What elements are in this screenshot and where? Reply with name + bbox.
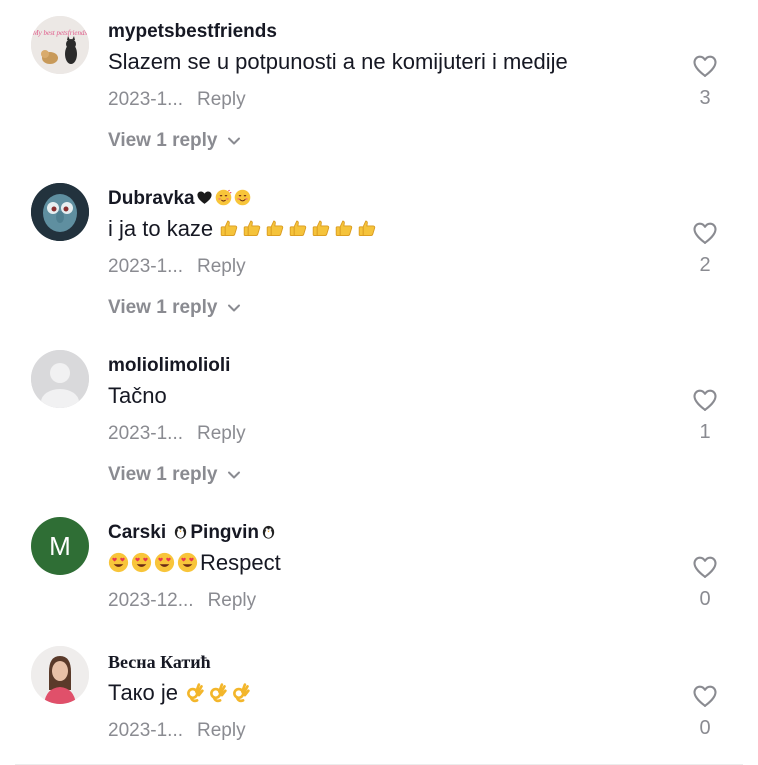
comment-text: i ja to kaze <box>108 216 380 242</box>
like-count: 0 <box>699 588 711 610</box>
penguin-emoji <box>260 523 277 540</box>
like-count: 3 <box>699 87 711 109</box>
comment-text-content: i ja to kaze <box>108 216 214 241</box>
like-count: 0 <box>699 717 711 739</box>
thumbs-up-emoji <box>288 218 309 239</box>
heart-eyes-emoji <box>154 552 175 573</box>
user-photo-icon <box>31 646 89 704</box>
comment-date: 2023-1... <box>108 256 183 277</box>
reply-button[interactable]: Reply <box>197 423 246 444</box>
svg-text:My best petsfriends: My best petsfriends <box>32 29 88 37</box>
heart-outline-icon <box>691 682 719 710</box>
comment-text: Tačno <box>108 383 167 408</box>
view-replies-label: View 1 reply <box>108 130 218 151</box>
comment-text: Slazem se u potpunosti a ne komijuteri i… <box>108 49 568 74</box>
smiling-face-emoji <box>234 189 251 206</box>
reply-button[interactable]: Reply <box>197 256 246 277</box>
heart-outline-icon <box>691 52 719 80</box>
avatar-letter: M <box>49 530 71 561</box>
reply-button[interactable]: Reply <box>197 720 246 741</box>
like-count: 2 <box>699 254 711 276</box>
cartoon-avatar-icon <box>31 183 89 241</box>
reply-button[interactable]: Reply <box>197 89 246 110</box>
like-button[interactable]: 2 <box>686 219 724 277</box>
comment-text-content: Тако је <box>108 680 179 705</box>
view-replies-button[interactable]: View 1 reply <box>108 297 241 319</box>
ok-hand-emoji <box>184 682 205 703</box>
username-main: Pingvin <box>190 522 259 543</box>
comment-date: 2023-12... <box>108 590 194 611</box>
chevron-down-icon <box>227 136 241 146</box>
black-heart-emoji <box>196 189 213 206</box>
avatar[interactable]: M <box>31 517 89 575</box>
thumbs-up-emoji <box>311 218 332 239</box>
comment-text-content: Respect <box>200 550 281 575</box>
heart-outline-icon <box>691 553 719 581</box>
comment-meta: 2023-1... Reply <box>108 89 246 111</box>
comment-meta: 2023-1... Reply <box>108 256 246 278</box>
reply-button[interactable]: Reply <box>208 590 257 611</box>
comment-text: Тако је <box>108 680 253 706</box>
heart-eyes-emoji <box>108 552 129 573</box>
comment-date: 2023-1... <box>108 720 183 741</box>
heart-outline-icon <box>691 386 719 414</box>
view-replies-label: View 1 reply <box>108 464 218 485</box>
avatar[interactable] <box>31 183 89 241</box>
view-replies-button[interactable]: View 1 reply <box>108 130 241 152</box>
avatar[interactable] <box>31 646 89 704</box>
avatar[interactable] <box>31 350 89 408</box>
thumbs-up-emoji <box>357 218 378 239</box>
heart-eyes-emoji <box>131 552 152 573</box>
comment-username[interactable]: Carski Pingvin <box>108 522 278 544</box>
blushing-face-emoji <box>215 189 232 206</box>
default-user-icon <box>31 350 89 408</box>
heart-outline-icon <box>691 219 719 247</box>
comment-meta: 2023-1... Reply <box>108 423 246 445</box>
thumbs-up-emoji <box>265 218 286 239</box>
comment-text: Respect <box>108 550 281 576</box>
thumbs-up-emoji <box>219 218 240 239</box>
comment-meta: 2023-12... Reply <box>108 590 256 612</box>
ok-hand-emoji <box>230 682 251 703</box>
comment-date: 2023-1... <box>108 89 183 110</box>
thumbs-up-emoji <box>242 218 263 239</box>
view-replies-label: View 1 reply <box>108 297 218 318</box>
username-text: Dubravka <box>108 188 195 209</box>
like-button[interactable]: 0 <box>686 553 724 611</box>
penguin-emoji <box>172 523 189 540</box>
comment-username[interactable]: Dubravka <box>108 188 252 210</box>
pets-logo-icon: My best petsfriends <box>31 16 89 74</box>
heart-eyes-emoji <box>177 552 198 573</box>
chevron-down-icon <box>227 470 241 480</box>
comment-date: 2023-1... <box>108 423 183 444</box>
username-prefix: Carski <box>108 522 172 543</box>
comment-meta: 2023-1... Reply <box>108 720 246 742</box>
thumbs-up-emoji <box>334 218 355 239</box>
comment-username[interactable]: mypetsbestfriends <box>108 21 277 43</box>
ok-hand-emoji <box>207 682 228 703</box>
view-replies-button[interactable]: View 1 reply <box>108 464 241 486</box>
chevron-down-icon <box>227 303 241 313</box>
like-button[interactable]: 0 <box>686 682 724 740</box>
comment-username[interactable]: Весна Катић <box>108 652 211 673</box>
like-button[interactable]: 3 <box>686 52 724 110</box>
like-button[interactable]: 1 <box>686 386 724 444</box>
like-count: 1 <box>699 421 711 443</box>
comment-username[interactable]: moliolimolioli <box>108 355 230 377</box>
avatar[interactable]: My best petsfriends <box>31 16 89 74</box>
